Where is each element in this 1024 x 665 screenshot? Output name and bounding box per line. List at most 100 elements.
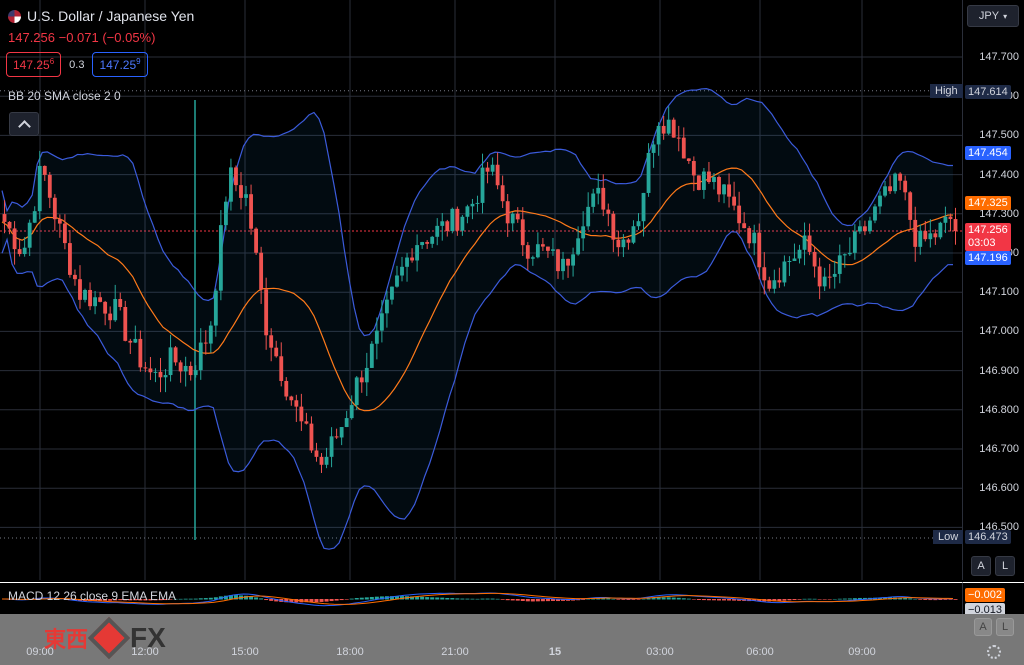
macd-auto-scale-button[interactable]: A bbox=[974, 618, 992, 636]
macd-histogram-bar bbox=[535, 599, 540, 602]
candle-body bbox=[57, 219, 62, 224]
spread-value: 0.3 bbox=[69, 58, 85, 71]
candle-body bbox=[178, 362, 183, 372]
candle-body bbox=[923, 230, 928, 240]
candle-body bbox=[198, 342, 203, 371]
macd-histogram-bar bbox=[696, 599, 701, 601]
macd-histogram-bar bbox=[203, 598, 208, 600]
macd-histogram-bar bbox=[490, 598, 495, 600]
price-tick-label: 146.700 bbox=[979, 443, 1019, 455]
macd-histogram-bar bbox=[208, 597, 213, 600]
macd-histogram-bar bbox=[545, 599, 550, 602]
candle-body bbox=[249, 194, 253, 229]
macd-histogram-bar bbox=[425, 597, 430, 600]
macd-histogram-bar bbox=[460, 598, 465, 600]
settings-gear-icon[interactable] bbox=[987, 645, 1001, 659]
currency-selector[interactable]: JPY ▾ bbox=[967, 5, 1019, 27]
macd-histogram-bar bbox=[334, 599, 339, 601]
time-axis[interactable]: 09:00 12:00 15:00 18:00 21:00 15 03:00 06:00 09:… bbox=[0, 614, 1024, 665]
macd-histogram-bar bbox=[470, 598, 475, 600]
macd-histogram-bar bbox=[611, 598, 616, 600]
macd-histogram-bar bbox=[817, 599, 822, 600]
candle-body bbox=[324, 456, 329, 465]
candle-body bbox=[566, 258, 570, 266]
candle-body bbox=[480, 167, 485, 203]
macd-histogram-bar bbox=[314, 599, 319, 603]
macd-histogram-bar bbox=[344, 599, 349, 600]
macd-histogram-bar bbox=[722, 599, 727, 601]
candle-body bbox=[712, 177, 716, 183]
candle-body bbox=[17, 249, 22, 255]
macd-axis[interactable]: −0.002 −0.013 bbox=[962, 582, 1024, 617]
auto-scale-button[interactable]: A bbox=[971, 556, 991, 576]
macd-histogram-bar bbox=[616, 599, 621, 600]
macd-pane[interactable]: MACD 12 26 close 9 EMA EMA bbox=[0, 582, 962, 615]
candle-body bbox=[616, 239, 621, 248]
price-chart-pane[interactable]: U.S. Dollar / Japanese Yen 147.256 −0.07… bbox=[0, 0, 962, 580]
candle-body bbox=[898, 173, 903, 181]
candle-body bbox=[78, 279, 82, 300]
macd-histogram-bar bbox=[193, 598, 198, 600]
candle-body bbox=[410, 257, 414, 261]
macd-histogram-bar bbox=[727, 599, 732, 601]
candle-body bbox=[173, 347, 178, 363]
candle-body bbox=[42, 165, 47, 175]
candle-body bbox=[691, 161, 696, 176]
sell-button[interactable]: 147.256 bbox=[6, 52, 62, 77]
macd-histogram-bar bbox=[842, 598, 847, 600]
log-scale-button[interactable]: L bbox=[995, 556, 1015, 576]
candle-body bbox=[153, 371, 158, 373]
candle-body bbox=[103, 301, 108, 314]
candle-body bbox=[385, 299, 389, 314]
candle-body bbox=[83, 289, 87, 300]
candle-body bbox=[319, 456, 324, 465]
candle-body bbox=[847, 252, 852, 255]
candle-body bbox=[646, 152, 651, 193]
bollinger-legend[interactable]: BB 20 SMA close 2 0 bbox=[8, 89, 121, 103]
time-axis-label: 21:00 bbox=[441, 646, 469, 658]
macd-histogram-bar bbox=[908, 598, 913, 600]
macd-histogram-bar bbox=[480, 598, 485, 600]
price-change: 147.256 −0.071 (−0.05%) bbox=[8, 30, 156, 45]
buy-price-pip: 9 bbox=[136, 57, 141, 66]
candle-body bbox=[284, 380, 289, 397]
macd-histogram-bar bbox=[445, 597, 450, 600]
candle-body bbox=[606, 209, 611, 214]
symbol-legend: U.S. Dollar / Japanese Yen bbox=[8, 8, 194, 24]
macd-histogram-bar bbox=[787, 599, 792, 601]
candle-body bbox=[852, 231, 857, 253]
candle-body bbox=[621, 239, 626, 248]
candle-body bbox=[752, 232, 757, 244]
candle-body bbox=[47, 174, 52, 198]
candle-body bbox=[696, 175, 701, 190]
time-axis-label: 09:00 bbox=[848, 646, 876, 658]
candle-body bbox=[933, 233, 938, 238]
candle-body bbox=[118, 299, 123, 307]
price-chart-canvas[interactable] bbox=[0, 0, 962, 580]
candle-body bbox=[450, 208, 455, 232]
candle-body bbox=[465, 206, 470, 217]
candle-body bbox=[883, 186, 887, 196]
candle-body bbox=[440, 221, 445, 226]
candle-body bbox=[561, 258, 565, 272]
candle-body bbox=[395, 275, 399, 287]
candle-body bbox=[742, 223, 747, 229]
price-tick-label: 147.500 bbox=[979, 129, 1019, 142]
symbol-title: U.S. Dollar / Japanese Yen bbox=[27, 8, 195, 24]
price-axis[interactable]: JPY ▾ 147.700147.600147.500147.400147.30… bbox=[962, 0, 1024, 580]
buy-button[interactable]: 147.259 bbox=[92, 52, 148, 77]
candle-body bbox=[556, 249, 560, 272]
candle-body bbox=[903, 180, 908, 193]
candle-body bbox=[329, 436, 334, 457]
macd-histogram-bar bbox=[716, 599, 722, 601]
candle-body bbox=[757, 232, 762, 268]
candle-body bbox=[671, 119, 676, 138]
macd-histogram-bar bbox=[188, 598, 193, 600]
collapse-legend-button[interactable] bbox=[9, 112, 39, 136]
candle-body bbox=[837, 255, 842, 274]
candle-body bbox=[128, 340, 133, 343]
macd-legend[interactable]: MACD 12 26 close 9 EMA EMA bbox=[8, 589, 176, 603]
candle-body bbox=[460, 216, 465, 231]
macd-histogram-bar bbox=[782, 599, 787, 601]
macd-log-scale-button[interactable]: L bbox=[996, 618, 1014, 636]
